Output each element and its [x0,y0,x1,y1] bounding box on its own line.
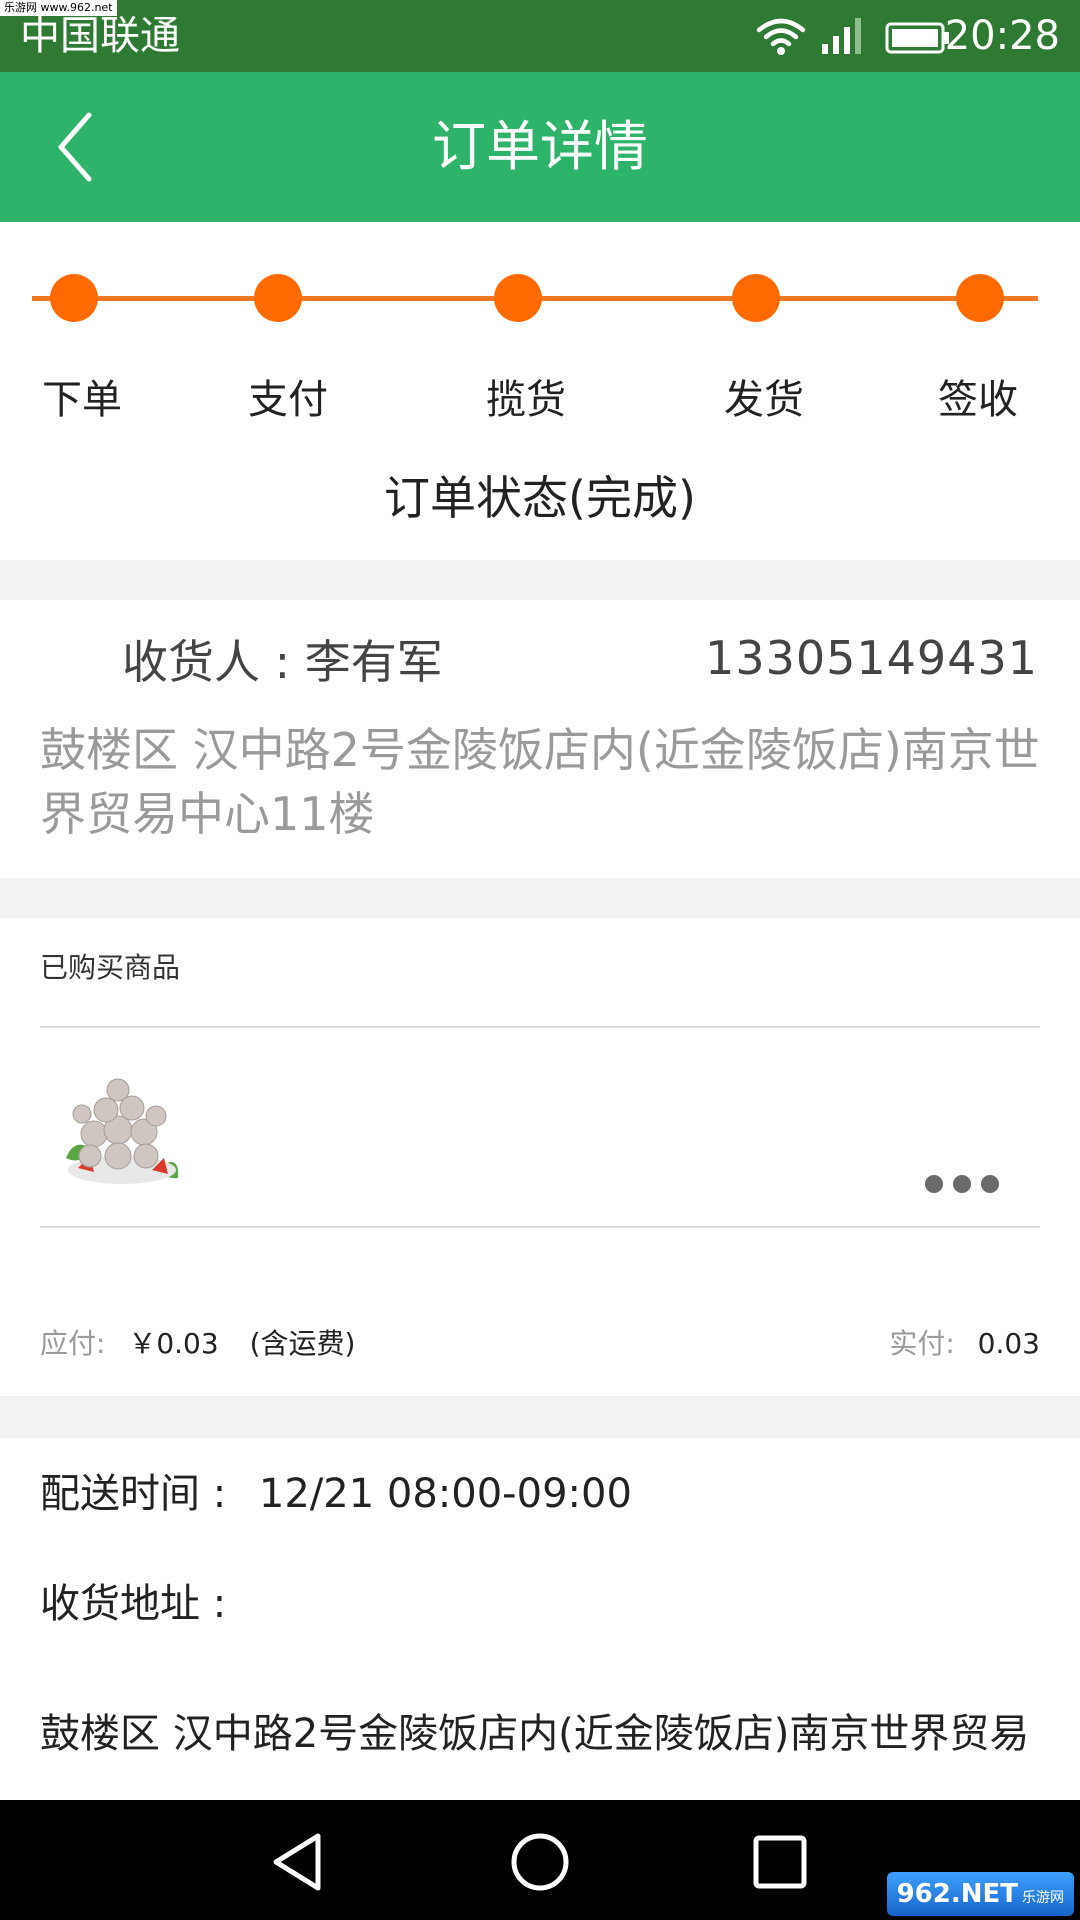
recipient-phone: 13305149431 [705,631,1038,685]
app-header: 订单详情 [0,72,1080,222]
nav-recent-button[interactable] [740,1822,820,1902]
step-dot-order [50,274,98,322]
nav-home-button[interactable] [500,1822,580,1902]
paid-row: 实付: 0.03 [889,1324,1040,1364]
divider-line [40,1226,1040,1228]
nav-home-icon [511,1833,569,1891]
clock: 20:28 [944,13,1060,59]
delivery-time-row: 配送时间 : 12/21 08:00-09:00 [40,1466,632,1522]
watermark-top-left: 乐游网 www.962.net [0,0,117,16]
delivery-time-value: 12/21 08:00-09:00 [258,1471,632,1517]
product-thumbnail[interactable] [60,1074,184,1192]
payable-note: (含运费) [249,1327,356,1360]
delivery-address-label: 收货地址 : [40,1581,227,1627]
status-bar: 中国联通 20:28 乐游网 www.962.net [0,0,1080,72]
more-dots-icon[interactable] [922,1172,1002,1200]
purchased-products: 已购买商品 应付: ￥0.03 (含运费) 实付: 0.03 [0,918,1080,1396]
back-button[interactable] [30,92,120,202]
step-label-receive: 签收 [938,377,1018,423]
recipient-card: 收货人 : 李有军 13305149431 鼓楼区 汉中路2号金陵饭店内(近金陵… [0,600,1080,878]
watermark-sub: 乐游网 [1022,1890,1064,1906]
step-dot-pay [254,274,302,322]
order-status: 订单状态(完成) [384,471,696,525]
page-title: 订单详情 [432,115,648,178]
step-label-pay: 支付 [248,377,328,423]
watermark-bottom-right: 962.NET 乐游网 [886,1872,1074,1916]
divider-line [40,1026,1040,1028]
section-divider [0,560,1080,600]
step-label-pickup: 揽货 [486,377,566,423]
recipient-name: 收货人 : 李有军 [122,635,443,689]
products-title: 已购买商品 [40,951,181,984]
paid-label: 实付: [889,1327,955,1360]
step-dot-receive [956,274,1004,322]
signal-icon [820,16,868,60]
nav-back-icon [273,1833,321,1891]
step-dot-ship [732,274,780,322]
carrier-label: 中国联通 [20,13,180,59]
system-nav-bar: 962.NET 乐游网 [0,1800,1080,1920]
nav-recent-icon [753,1835,807,1889]
step-label-order: 下单 [42,377,122,423]
watermark-brand: 962.NET [896,1879,1018,1909]
paid-value: 0.03 [977,1327,1040,1360]
recipient-address: 鼓楼区 汉中路2号金陵饭店内(近金陵饭店)南京世界贸易中心11楼 [40,723,1040,841]
delivery-time-label: 配送时间 : [40,1471,227,1517]
battery-icon [885,22,951,58]
order-progress: 下单 支付 揽货 发货 签收 订单状态(完成) [0,222,1080,560]
delivery-info: 配送时间 : 12/21 08:00-09:00 收货地址 : 鼓楼区 汉中路2… [0,1438,1080,1800]
section-divider [0,1396,1080,1438]
delivery-address-value: 鼓楼区 汉中路2号金陵饭店内(近金陵饭店)南京世界贸易中心11楼 [40,1711,1030,1757]
payable-label: 应付: [40,1327,106,1360]
section-divider [0,878,1080,918]
chevron-left-icon [58,112,92,182]
wifi-icon [755,16,807,60]
step-label-ship: 发货 [724,377,804,423]
payable-row: 应付: ￥0.03 (含运费) [40,1324,355,1364]
payable-value: ￥0.03 [128,1327,219,1360]
step-dot-pickup [494,274,542,322]
nav-back-button[interactable] [260,1822,340,1902]
